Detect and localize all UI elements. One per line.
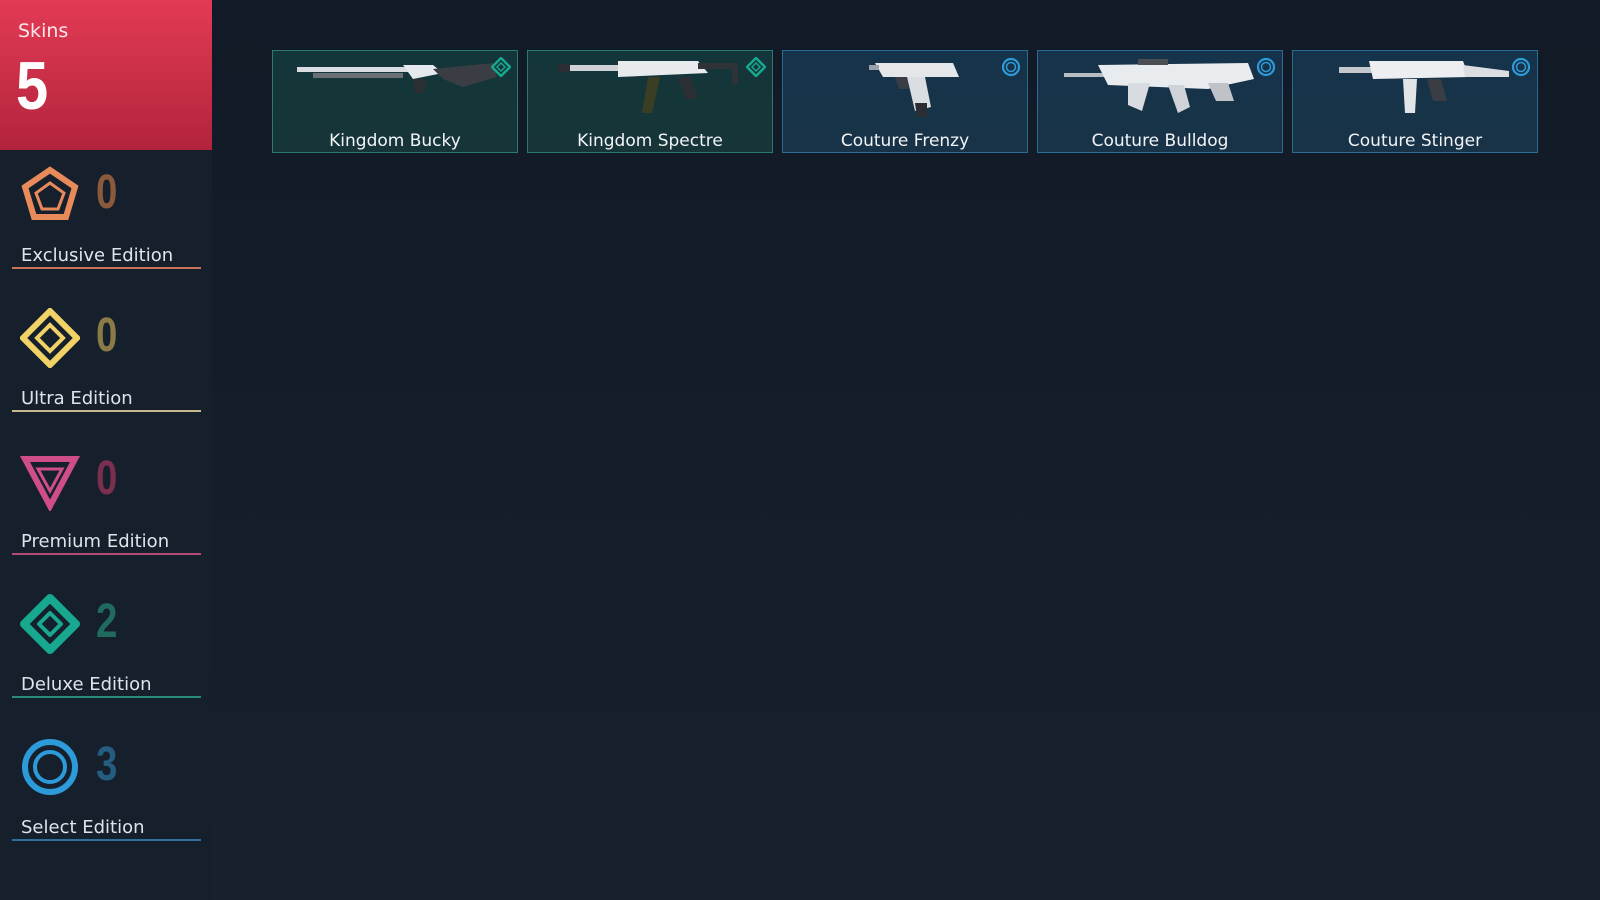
select-edition-count: 3 <box>96 738 118 791</box>
deluxe-edition-icon <box>20 594 80 654</box>
ultra-edition-label: Ultra Edition <box>21 388 133 409</box>
edition-premium[interactable]: 0 Premium Edition <box>12 449 201 559</box>
shotgun-icon <box>297 63 497 93</box>
deluxe-edition-icon <box>491 57 511 77</box>
skin-card[interactable]: Kingdom Spectre <box>527 50 773 153</box>
skin-name: Couture Stinger <box>1347 131 1483 151</box>
ultra-edition-divider <box>12 410 201 412</box>
deluxe-edition-divider <box>12 696 201 698</box>
select-edition-icon <box>1001 57 1021 77</box>
premium-edition-count: 0 <box>96 452 118 505</box>
skin-card[interactable]: Couture Frenzy <box>782 50 1028 153</box>
skin-name: Couture Bulldog <box>1091 131 1229 151</box>
ultra-edition-icon <box>20 308 80 368</box>
skin-name: Kingdom Spectre <box>577 131 723 151</box>
skin-card[interactable]: Couture Stinger <box>1292 50 1538 153</box>
premium-edition-divider <box>12 553 201 555</box>
exclusive-edition-label: Exclusive Edition <box>21 245 174 266</box>
exclusive-edition-icon <box>21 166 79 220</box>
skins-total-card: Skins 5 <box>0 0 212 150</box>
edition-ultra[interactable]: 0 Ultra Edition <box>12 306 201 416</box>
skins-grid: Kingdom Bucky Kingdom Spectre Couture Fr… <box>272 50 1538 153</box>
skins-title: Skins <box>18 20 69 42</box>
premium-edition-icon <box>20 456 80 511</box>
sidebar: Skins 5 0 Exclusive Edition 0 Ultra Edit… <box>0 0 212 900</box>
exclusive-edition-divider <box>12 267 201 269</box>
deluxe-edition-count: 2 <box>96 595 118 648</box>
skin-card[interactable]: Couture Bulldog <box>1037 50 1283 153</box>
select-edition-label: Select Edition <box>21 817 145 838</box>
rifle-icon <box>1064 59 1254 113</box>
select-edition-icon <box>1256 57 1276 77</box>
skin-name: Kingdom Bucky <box>329 131 461 151</box>
select-edition-icon <box>1511 57 1531 77</box>
edition-select[interactable]: 3 Select Edition <box>12 735 201 845</box>
premium-edition-label: Premium Edition <box>21 531 170 552</box>
exclusive-edition-count: 0 <box>96 166 118 219</box>
skins-count: 5 <box>16 48 49 124</box>
select-edition-divider <box>12 839 201 841</box>
deluxe-edition-label: Deluxe Edition <box>21 674 152 695</box>
pistol-icon <box>869 63 959 117</box>
ultra-edition-count: 0 <box>96 309 118 362</box>
smg-icon <box>558 61 738 113</box>
deluxe-edition-icon <box>746 57 766 77</box>
edition-exclusive[interactable]: 0 Exclusive Edition <box>12 163 201 273</box>
edition-deluxe[interactable]: 2 Deluxe Edition <box>12 592 201 702</box>
skin-name: Couture Frenzy <box>840 131 970 151</box>
skin-card[interactable]: Kingdom Bucky <box>272 50 518 153</box>
select-edition-icon <box>22 739 78 795</box>
smg-icon <box>1339 61 1509 113</box>
